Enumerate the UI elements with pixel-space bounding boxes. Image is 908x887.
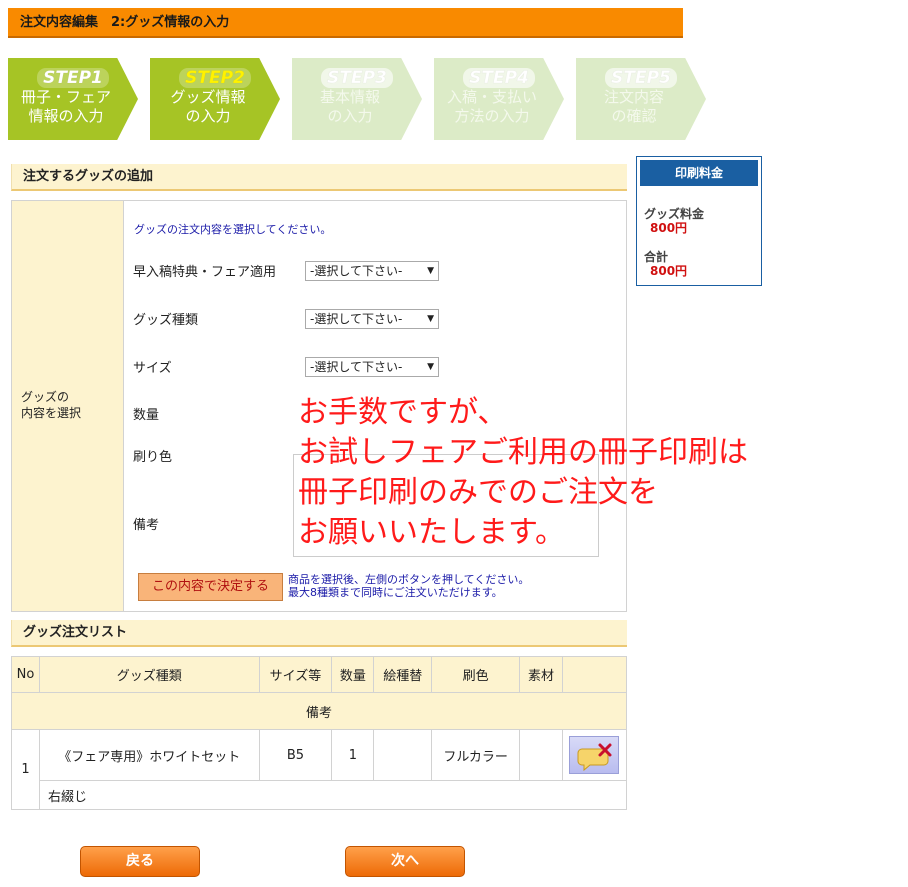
column-header-remarks: 備考 (11, 692, 627, 730)
step-2-label-1: グッズ情報 (170, 88, 246, 106)
step-4: STEP4 入稿・支払い 方法の入力 (434, 58, 564, 140)
confirm-help-text: 商品を選択後、左側のボタンを押してください。 最大8種類まで同時にご注文いただけ… (288, 573, 529, 599)
goods-type-select-value: -選択して下さい- (310, 312, 403, 326)
step-4-label-1: 入稿・支払い (446, 88, 537, 106)
column-header-no: No (11, 656, 40, 693)
confirm-help-line2: 最大8種類まで同時にご注文いただけます。 (288, 586, 503, 599)
page-title: 注文内容編集 2:グッズ情報の入力 (8, 8, 683, 38)
early-discount-select-value: -選択して下さい- (310, 264, 403, 278)
delete-icon (577, 743, 612, 772)
price-summary: 印刷料金 グッズ料金 800円 合計 800円 (636, 156, 762, 286)
confirm-help-line1: 商品を選択後、左側のボタンを押してください。 (288, 573, 530, 586)
step-5: STEP5 注文内容 の確認 (576, 58, 706, 140)
goods-type-select[interactable]: -選択して下さい- ▼ (305, 309, 439, 329)
step-5-number: STEP5 (605, 68, 677, 88)
notice-line2: お試しフェアご利用の冊子印刷は (298, 435, 748, 470)
remarks-label: 備考 (133, 518, 160, 533)
next-button[interactable]: 次へ (345, 846, 465, 877)
goods-price-value: 800円 (650, 221, 688, 235)
step-2-label-2: の入力 (185, 107, 231, 125)
column-header-color: 刷色 (431, 656, 521, 693)
step-3: STEP3 基本情報 の入力 (292, 58, 422, 140)
table-row-remarks: 右綴じ (12, 780, 628, 810)
notice-line4: お願いいたします。 (298, 515, 565, 550)
column-header-material: 素材 (519, 656, 563, 693)
goods-type-label: グッズ種類 (133, 313, 199, 328)
back-button[interactable]: 戻る (80, 846, 200, 877)
column-header-size: サイズ等 (258, 656, 333, 693)
confirm-selection-button[interactable]: この内容で決定する (138, 573, 283, 601)
size-select-value: -選択して下さい- (310, 360, 403, 374)
step-indicator: STEP1 冊子・フェア 情報の入力 STEP2 グッズ情報 の入力 STEP3… (8, 58, 708, 140)
size-select[interactable]: -選択して下さい- ▼ (305, 357, 439, 377)
order-list-table: No グッズ種類 サイズ等 数量 絵種替 刷色 素材 備考 1 《フェア専用》ホ… (11, 656, 628, 810)
step-1-label-2: 情報の入力 (28, 107, 104, 125)
chevron-down-icon: ▼ (427, 314, 434, 324)
row-action (561, 729, 628, 781)
print-color-label: 刷り色 (133, 450, 173, 465)
goods-form-label: グッズの 内容を選択 (21, 389, 81, 421)
step-2: STEP2 グッズ情報 の入力 (150, 58, 280, 140)
notice-line3: 冊子印刷のみでのご注文を (298, 475, 658, 510)
step-4-label-2: 方法の入力 (454, 107, 530, 125)
step-2-number: STEP2 (179, 68, 251, 88)
notice-message: お手数ですが、お試しフェアご利用の冊子印刷は 冊子印刷のみでのご注文を お願いいたし… (298, 393, 748, 553)
step-1-label-1: 冊子・フェア (20, 88, 111, 106)
row-variation (373, 729, 433, 781)
price-summary-title: 印刷料金 (640, 160, 758, 186)
size-label: サイズ (133, 361, 172, 376)
step-1: STEP1 冊子・フェア 情報の入力 (8, 58, 138, 140)
delete-item-button[interactable] (569, 736, 620, 774)
step-3-label-2: の入力 (327, 107, 373, 125)
step-4-number: STEP4 (463, 68, 535, 88)
order-list-section-title: グッズ注文リスト (11, 620, 627, 647)
row-size: B5 (258, 729, 333, 781)
row-no: 1 (11, 729, 40, 810)
step-3-label-1: 基本情報 (319, 88, 380, 106)
table-row: 1 《フェア専用》ホワイトセット B5 1 フルカラー (11, 729, 628, 810)
row-remarks: 右綴じ (38, 780, 628, 810)
early-discount-select[interactable]: -選択して下さい- ▼ (305, 261, 439, 281)
form-instruction: グッズの注文内容を選択してください。 (134, 223, 332, 236)
goods-form-label-line1: グッズの (21, 390, 70, 404)
table-header-row: No グッズ種類 サイズ等 数量 絵種替 刷色 素材 (11, 656, 628, 693)
row-material (519, 729, 563, 781)
column-header-variation: 絵種替 (373, 656, 433, 693)
quantity-label: 数量 (133, 408, 160, 423)
column-header-type: グッズ種類 (38, 656, 260, 693)
total-price-value: 800円 (650, 264, 688, 278)
column-header-qty: 数量 (331, 656, 375, 693)
early-discount-label: 早入稿特典・フェア適用 (133, 265, 277, 280)
step-1-number: STEP1 (37, 68, 109, 88)
goods-form-label-cell: グッズの 内容を選択 (12, 201, 124, 611)
row-goods-type: 《フェア専用》ホワイトセット (38, 729, 260, 781)
step-5-label-2: の確認 (611, 107, 657, 125)
remarks-header-row: 備考 (11, 692, 627, 730)
goods-form-label-line2: 内容を選択 (21, 406, 82, 420)
row-color: フルカラー (431, 729, 521, 781)
column-header-action (561, 656, 628, 693)
step-3-number: STEP3 (321, 68, 393, 88)
row-qty: 1 (331, 729, 375, 781)
chevron-down-icon: ▼ (427, 362, 434, 372)
chevron-down-icon: ▼ (427, 266, 434, 276)
step-5-label-1: 注文内容 (603, 88, 664, 106)
add-goods-section-title: 注文するグッズの追加 (11, 164, 627, 191)
notice-line1: お手数ですが、 (298, 395, 508, 430)
